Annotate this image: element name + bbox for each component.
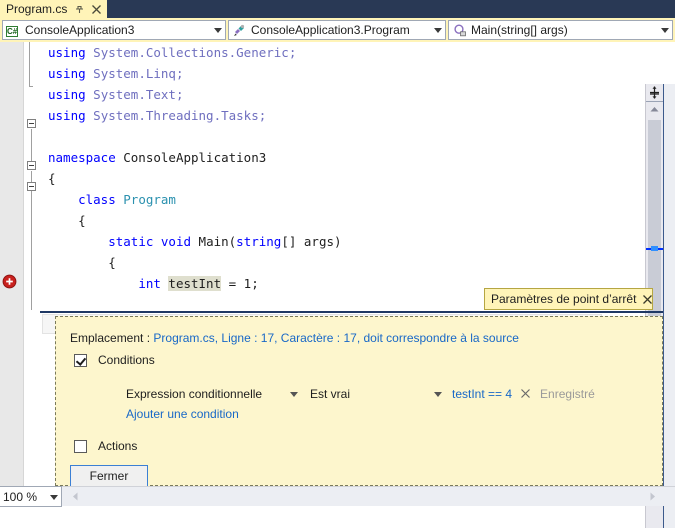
navbar-project-dropdown[interactable]: C# ConsoleApplication3 <box>2 20 226 40</box>
conditions-checkbox[interactable] <box>74 353 87 367</box>
breakpoint-settings-title: Paramètres de point d’arrêt <box>491 292 637 306</box>
breakpoint-location-link[interactable]: Program.cs, Ligne : 17, Caractère : 17, … <box>153 331 519 345</box>
condition-expression-input[interactable]: testInt == 4 <box>452 387 512 401</box>
navbar-project-value: ConsoleApplication3 <box>25 23 135 37</box>
code-token: testInt <box>168 276 222 291</box>
breakpoint-panel-separator <box>40 311 663 313</box>
editor-right-margin-rail <box>663 84 675 528</box>
code-token: { <box>108 255 116 270</box>
code-line: { <box>48 252 116 273</box>
document-tab-label: Program.cs <box>6 2 68 16</box>
code-token: ConsoleApplication3 <box>115 150 267 165</box>
close-icon[interactable] <box>642 294 653 305</box>
code-line: namespace ConsoleApplication3 <box>48 147 266 168</box>
chevron-down-icon[interactable] <box>658 23 672 37</box>
code-line: int testInt = 1; <box>48 273 259 294</box>
code-line: static void Main(string[] args) <box>48 231 342 252</box>
close-icon[interactable] <box>91 4 102 15</box>
visual-studio-editor-window: Program.cs C# ConsoleApplication3 Consol… <box>0 0 675 528</box>
code-line: class Program <box>48 189 176 210</box>
chevron-down-icon[interactable] <box>431 23 445 37</box>
fold-toggle-class[interactable] <box>27 161 36 170</box>
code-token: using <box>48 45 86 60</box>
code-line: { <box>48 210 86 231</box>
code-token: using <box>48 108 86 123</box>
code-line: { <box>48 168 56 189</box>
conditions-checkbox-row[interactable]: Conditions <box>74 353 155 367</box>
breakpoint-location: Emplacement : Program.cs, Ligne : 17, Ca… <box>70 331 519 345</box>
code-token: System.Collections.Generic; <box>85 45 297 60</box>
code-token: = 1; <box>221 276 259 291</box>
class-icon <box>232 23 247 38</box>
code-token: Main( <box>191 234 237 249</box>
navbar-type-value: ConsoleApplication3.Program <box>251 23 410 37</box>
csharp-file-icon: C# <box>6 25 19 37</box>
breakpoint-location-label: Emplacement : <box>70 331 151 345</box>
code-token: { <box>78 213 86 228</box>
outlining-margin[interactable] <box>24 42 40 486</box>
code-token: namespace <box>48 150 116 165</box>
code-token: void <box>160 234 192 249</box>
fold-toggle-namespace[interactable] <box>27 119 36 128</box>
conditions-checkbox-label: Conditions <box>98 353 155 367</box>
navbar-type-dropdown[interactable]: ConsoleApplication3.Program <box>228 20 446 40</box>
navbar-member-dropdown[interactable]: Main(string[] args) <box>448 20 673 40</box>
code-token: static <box>108 234 154 249</box>
chevron-down-icon[interactable] <box>211 23 225 37</box>
editor-status-bar: 100 % <box>0 486 675 507</box>
code-line: using System.Linq; <box>48 63 183 84</box>
chevron-down-icon[interactable] <box>290 387 298 401</box>
condition-saved-status: Enregistré <box>540 386 595 401</box>
zoom-level-dropdown[interactable]: 100 % <box>0 486 62 507</box>
code-token: System.Threading.Tasks; <box>85 108 267 123</box>
conditional-breakpoint-icon[interactable] <box>2 274 17 289</box>
document-tab-strip: Program.cs <box>0 0 675 18</box>
scroll-right-button[interactable] <box>645 489 660 504</box>
chevron-down-icon[interactable] <box>434 387 442 401</box>
add-condition-link[interactable]: Ajouter une condition <box>126 407 239 421</box>
code-line: using System.Text; <box>48 84 183 105</box>
caret-position-marker <box>646 246 663 251</box>
code-token: using <box>48 87 86 102</box>
code-token: int <box>138 276 161 291</box>
condition-operator-dropdown[interactable]: Est vrai <box>310 384 442 403</box>
condition-expression-row: Expression conditionnelle Est vrai testI… <box>126 384 595 403</box>
navbar-member-value: Main(string[] args) <box>471 23 568 37</box>
scroll-up-button[interactable] <box>646 102 663 117</box>
actions-checkbox-label: Actions <box>98 439 138 453</box>
fold-toggle-method[interactable] <box>27 182 36 191</box>
condition-type-value: Expression conditionnelle <box>126 386 263 401</box>
breakpoint-settings-title-bar[interactable]: Paramètres de point d’arrêt <box>484 288 653 310</box>
close-button[interactable]: Fermer <box>70 465 148 487</box>
remove-condition-icon[interactable] <box>520 388 531 399</box>
code-token: using <box>48 66 86 81</box>
breakpoint-margin[interactable] <box>0 42 24 486</box>
actions-checkbox[interactable] <box>74 439 87 453</box>
code-token: class <box>78 192 116 207</box>
condition-type-dropdown[interactable]: Expression conditionnelle <box>126 384 298 403</box>
code-navigation-bar: C# ConsoleApplication3 ConsoleApplicatio… <box>0 18 675 42</box>
scroll-left-button[interactable] <box>68 489 83 504</box>
condition-operator-value: Est vrai <box>310 386 351 401</box>
document-tab-program-cs[interactable]: Program.cs <box>0 0 108 18</box>
code-token: Program <box>123 192 176 207</box>
split-view-icon[interactable] <box>646 84 663 102</box>
chevron-down-icon[interactable] <box>50 490 58 504</box>
code-token: System.Text; <box>85 87 184 102</box>
actions-checkbox-row[interactable]: Actions <box>74 439 137 453</box>
zoom-level-value: 100 % <box>3 489 38 504</box>
code-token: System.Linq; <box>85 66 184 81</box>
code-token: string <box>236 234 282 249</box>
code-line: using System.Collections.Generic; <box>48 42 296 63</box>
code-token: { <box>48 171 56 186</box>
breakpoint-settings-panel: Emplacement : Program.cs, Ligne : 17, Ca… <box>55 316 663 487</box>
horizontal-scrollbar[interactable] <box>64 487 660 506</box>
code-line: using System.Threading.Tasks; <box>48 105 266 126</box>
method-private-icon <box>452 23 467 38</box>
pin-icon[interactable] <box>74 4 85 15</box>
code-token: [] args) <box>281 234 342 249</box>
